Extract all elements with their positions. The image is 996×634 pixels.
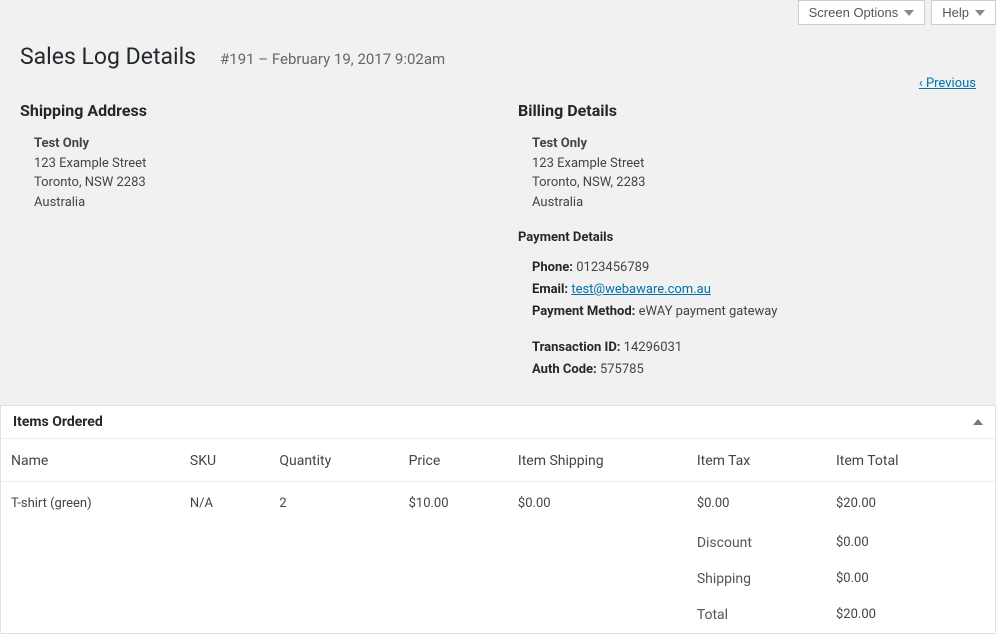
shipping-line2: Toronto, NSW 2283 [34, 173, 478, 193]
discount-value: $0.00 [826, 525, 995, 561]
billing-heading: Billing Details [518, 101, 976, 120]
order-subtitle: #191 – February 19, 2017 9:02am [220, 50, 445, 68]
cell-price: $10.00 [399, 482, 508, 526]
col-name: Name [1, 439, 180, 482]
billing-line2: Toronto, NSW, 2283 [532, 173, 976, 193]
items-ordered-title: Items Ordered [13, 414, 103, 430]
previous-link[interactable]: ‹ Previous [919, 76, 976, 91]
payment-details: Phone: 0123456789 Email: test@webaware.c… [518, 257, 976, 381]
shipping-value: $0.00 [826, 561, 995, 597]
table-row: T-shirt (green) N/A 2 $10.00 $0.00 $0.00… [1, 482, 995, 526]
screen-options-label: Screen Options [809, 5, 899, 20]
payment-method-label: Payment Method: [532, 304, 635, 319]
shipping-column: Shipping Address Test Only 123 Example S… [20, 101, 478, 381]
shipping-label: Shipping [687, 561, 826, 597]
items-ordered-box: Items Ordered Name SKU Quantity Price It… [0, 405, 996, 634]
col-sku: SKU [180, 439, 269, 482]
phone-value: 0123456789 [576, 260, 649, 275]
col-ship: Item Shipping [508, 439, 687, 482]
screen-options-button[interactable]: Screen Options [798, 0, 926, 25]
payment-method-value: eWAY payment gateway [639, 304, 778, 319]
collapse-icon[interactable] [973, 419, 983, 425]
cell-sku: N/A [180, 482, 269, 526]
shipping-line1: 123 Example Street [34, 154, 478, 174]
help-button[interactable]: Help [931, 0, 996, 25]
billing-line1: 123 Example Street [532, 154, 976, 174]
col-qty: Quantity [269, 439, 398, 482]
page-title: Sales Log Details [20, 43, 196, 70]
cell-ship: $0.00 [508, 482, 687, 526]
billing-line3: Australia [532, 193, 976, 213]
shipping-name: Test Only [34, 134, 478, 154]
auth-code-value: 575785 [600, 362, 644, 377]
email-link[interactable]: test@webaware.com.au [571, 282, 711, 297]
cell-name: T-shirt (green) [1, 482, 180, 526]
col-total: Item Total [826, 439, 995, 482]
billing-column: Billing Details Test Only 123 Example St… [518, 101, 976, 381]
transaction-id-value: 14296031 [624, 340, 682, 355]
phone-label: Phone: [532, 260, 573, 275]
cell-qty: 2 [269, 482, 398, 526]
col-price: Price [399, 439, 508, 482]
email-label: Email: [532, 282, 568, 297]
auth-code-label: Auth Code: [532, 362, 597, 377]
shipping-heading: Shipping Address [20, 101, 478, 120]
col-tax: Item Tax [687, 439, 826, 482]
billing-address: Test Only 123 Example Street Toronto, NS… [518, 134, 976, 212]
payment-heading: Payment Details [518, 230, 976, 245]
items-table: Name SKU Quantity Price Item Shipping It… [1, 439, 995, 633]
billing-name: Test Only [532, 134, 976, 154]
cell-tax: $0.00 [687, 482, 826, 526]
total-label: Total [687, 597, 826, 633]
transaction-id-label: Transaction ID: [532, 340, 620, 355]
chevron-down-icon [904, 10, 914, 16]
shipping-line3: Australia [34, 193, 478, 213]
discount-label: Discount [687, 525, 826, 561]
shipping-address: Test Only 123 Example Street Toronto, NS… [20, 134, 478, 212]
total-value: $20.00 [826, 597, 995, 633]
chevron-down-icon [975, 10, 985, 16]
help-label: Help [942, 5, 969, 20]
cell-total: $20.00 [826, 482, 995, 526]
